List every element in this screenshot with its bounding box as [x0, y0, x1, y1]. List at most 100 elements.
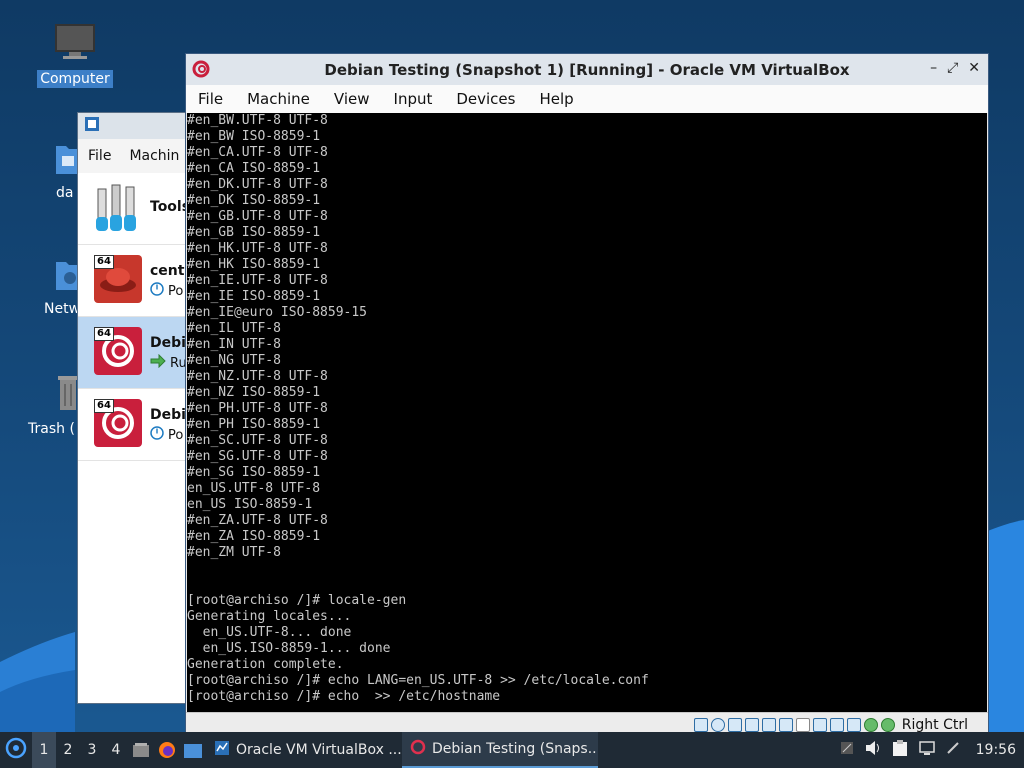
desktop-icon-label: Trash ( — [28, 421, 75, 437]
manager-item-state: Po — [150, 426, 183, 444]
terminal-line: Generation complete. — [187, 657, 344, 672]
terminal-line: #en_PH.UTF-8 UTF-8 — [187, 401, 328, 416]
terminal-line: #en_ZM UTF-8 — [187, 545, 281, 560]
power-off-icon — [150, 426, 164, 444]
display-icon[interactable] — [795, 717, 810, 732]
terminal-line: #en_HK ISO-8859-1 — [187, 257, 321, 272]
start-menu-button[interactable] — [0, 732, 32, 768]
video-capture-icon[interactable] — [812, 717, 827, 732]
terminal-line: [root@archiso /]# echo >> /etc/hostname — [187, 689, 501, 704]
terminal-line: #en_IL UTF-8 — [187, 321, 281, 336]
taskbar-task-virtualbox-manager[interactable]: Oracle VM VirtualBox ... — [206, 732, 402, 768]
minimize-button[interactable]: – — [930, 60, 937, 76]
show-desktop-icon[interactable] — [128, 732, 154, 768]
virtualbox-icon — [214, 740, 230, 760]
os-arch-badge: 64 — [94, 327, 114, 341]
menu-devices[interactable]: Devices — [456, 90, 515, 108]
terminal-line: #en_NZ ISO-8859-1 — [187, 385, 321, 400]
shared-folders-icon[interactable] — [778, 717, 793, 732]
maximize-button[interactable]: ⤢ — [947, 60, 958, 76]
terminal-line: #en_NZ.UTF-8 UTF-8 — [187, 369, 328, 384]
window-title: Debian Testing (Snapshot 1) [Running] - … — [324, 60, 850, 79]
keyboard-layout-icon[interactable] — [840, 741, 854, 759]
workspace-3[interactable]: 3 — [80, 742, 104, 758]
tools-icon — [94, 181, 140, 237]
desktop-icon-label: Computer — [37, 70, 113, 88]
workspace-2[interactable]: 2 — [56, 742, 80, 758]
computer-icon — [30, 22, 120, 66]
terminal-line: #en_ZA ISO-8859-1 — [187, 529, 321, 544]
volume-icon[interactable] — [864, 740, 882, 760]
firefox-icon[interactable] — [154, 732, 180, 768]
terminal-line: en_US.UTF-8... done — [187, 625, 352, 640]
desktop-icon-computer[interactable]: Computer — [30, 22, 120, 88]
terminal-line: #en_CA ISO-8859-1 — [187, 161, 321, 176]
network-status-icon[interactable] — [918, 740, 936, 760]
terminal-line: #en_IE ISO-8859-1 — [187, 289, 321, 304]
keyboard-capture-icon[interactable] — [880, 717, 895, 732]
vm-console[interactable]: #en_BW.UTF-8 UTF-8 #en_BW ISO-8859-1 #en_C… — [187, 113, 987, 713]
optical-drive-icon[interactable] — [710, 717, 725, 732]
vm-menubar: File Machine View Input Devices Help — [186, 85, 988, 113]
manager-item-state-label: Po — [168, 427, 184, 443]
vm-titlebar[interactable]: Debian Testing (Snapshot 1) [Running] - … — [186, 54, 988, 85]
menu-input[interactable]: Input — [394, 90, 433, 108]
debian-icon — [410, 739, 426, 759]
terminal-line: #en_NG UTF-8 — [187, 353, 281, 368]
system-tray: 19:56 — [840, 739, 1024, 761]
mouse-integration-icon[interactable] — [863, 717, 878, 732]
menu-file[interactable]: File — [198, 90, 223, 108]
taskbar: 1 2 3 4 Oracle VM VirtualBox ... Debian … — [0, 732, 1024, 768]
menu-help[interactable]: Help — [539, 90, 573, 108]
terminal-line: en_US.ISO-8859-1... done — [187, 641, 391, 656]
terminal-line: [root@archiso /]# echo LANG=en_US.UTF-8 … — [187, 673, 649, 688]
os-arch-badge: 64 — [94, 399, 114, 413]
manager-menu-machine[interactable]: Machin — [129, 148, 179, 164]
cpu-icon[interactable] — [829, 717, 844, 732]
close-button[interactable]: ✕ — [968, 60, 980, 76]
vm-window[interactable]: Debian Testing (Snapshot 1) [Running] - … — [185, 53, 989, 737]
manager-item-state-label: Po — [168, 283, 184, 299]
notification-icon[interactable] — [946, 741, 960, 759]
clipboard-icon[interactable] — [892, 739, 908, 761]
hard-disk-icon[interactable] — [693, 717, 708, 732]
manager-menu-file[interactable]: File — [88, 148, 111, 164]
terminal-line: #en_SC.UTF-8 UTF-8 — [187, 433, 328, 448]
usb-icon[interactable] — [761, 717, 776, 732]
clock[interactable]: 19:56 — [976, 742, 1016, 758]
running-arrow-icon — [150, 353, 166, 372]
desktop-icon-label: da — [56, 185, 74, 201]
terminal-line: #en_ZA.UTF-8 UTF-8 — [187, 513, 328, 528]
terminal-line: #en_IE@euro ISO-8859-15 — [187, 305, 368, 320]
terminal-line: #en_CA.UTF-8 UTF-8 — [187, 145, 328, 160]
workspace-4[interactable]: 4 — [104, 742, 128, 758]
manager-item-name: Debi — [150, 335, 186, 351]
virtualization-icon[interactable] — [846, 717, 861, 732]
terminal-line: #en_GB.UTF-8 UTF-8 — [187, 209, 328, 224]
terminal-line: en_US ISO-8859-1 — [187, 497, 313, 512]
lxqt-logo-icon — [5, 737, 27, 763]
task-label: Debian Testing (Snaps... — [432, 741, 598, 757]
terminal-line: #en_IN UTF-8 — [187, 337, 281, 352]
audio-icon[interactable] — [727, 717, 742, 732]
manager-item-name: Debi — [150, 407, 186, 423]
menu-machine[interactable]: Machine — [247, 90, 310, 108]
terminal-line: #en_GB ISO-8859-1 — [187, 225, 321, 240]
workspace-1[interactable]: 1 — [32, 732, 56, 768]
terminal-line: #en_IE.UTF-8 UTF-8 — [187, 273, 328, 288]
terminal-line: #en_SG ISO-8859-1 — [187, 465, 321, 480]
power-off-icon — [150, 282, 164, 300]
task-label: Oracle VM VirtualBox ... — [236, 742, 402, 758]
file-manager-icon[interactable] — [180, 732, 206, 768]
network-adapter-icon[interactable] — [744, 717, 759, 732]
terminal-line: #en_BW ISO-8859-1 — [187, 129, 321, 144]
os-arch-badge: 64 — [94, 255, 114, 269]
taskbar-task-debian-vm[interactable]: Debian Testing (Snaps... — [402, 732, 598, 768]
terminal-line: #en_DK ISO-8859-1 — [187, 193, 321, 208]
host-key-label: Right Ctrl — [901, 716, 968, 733]
menu-view[interactable]: View — [334, 90, 370, 108]
manager-item-state: Ru — [150, 353, 187, 372]
terminal-line: #en_BW.UTF-8 UTF-8 — [187, 113, 328, 128]
